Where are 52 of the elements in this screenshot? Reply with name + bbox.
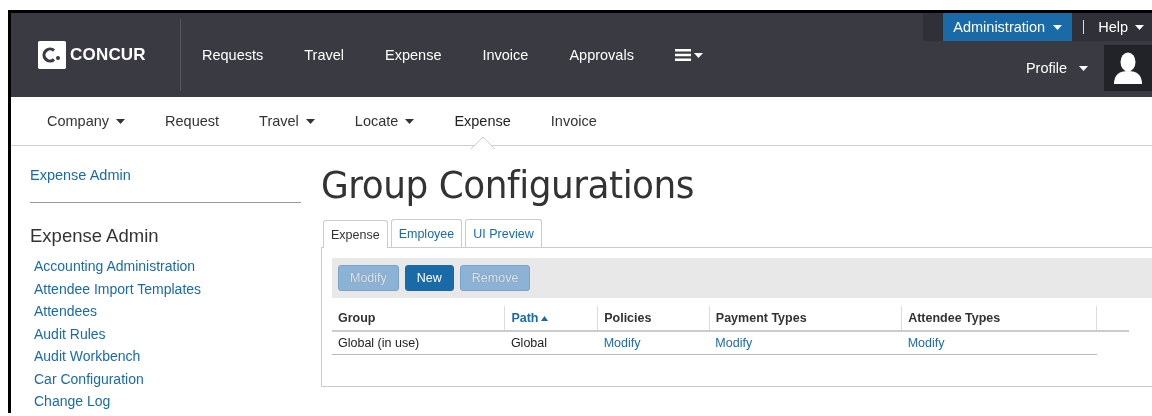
logo-text[interactable]: CONCUR (70, 45, 146, 65)
toolbar-button[interactable]: New (404, 265, 454, 291)
caret-icon (116, 118, 126, 124)
sort-ascending-icon (541, 316, 549, 321)
sidebar-link[interactable]: Car Configuration (34, 367, 301, 390)
table-cell: Global (504, 331, 598, 355)
column-header: Attendee Types (901, 306, 1097, 331)
column-header: Group (332, 306, 505, 331)
column-header: Payment Types (709, 306, 902, 331)
more-menu-button[interactable] (674, 49, 703, 61)
administration-menu[interactable]: Administration (943, 13, 1073, 41)
help-menu[interactable]: Help (1098, 19, 1152, 35)
caret-icon (1053, 24, 1063, 30)
sidebar-link[interactable]: Accounting Administration (34, 255, 301, 278)
user-icon (1113, 52, 1143, 84)
sidebar-link[interactable]: Change Log (34, 390, 301, 413)
caret-icon (693, 52, 703, 58)
modify-link[interactable]: Modify (597, 331, 710, 355)
nav-link[interactable]: Requests (202, 47, 264, 63)
subnav-link[interactable]: Expense (454, 113, 511, 129)
nav-link[interactable]: Invoice (482, 47, 529, 63)
table-cell: Global (in use) (332, 331, 505, 355)
caret-icon (1079, 65, 1088, 71)
sidebar-link[interactable]: Attendees (34, 300, 301, 323)
modify-link[interactable]: Modify (709, 331, 902, 355)
sidebar-link[interactable]: Attendee Import Templates (34, 277, 301, 300)
breadcrumb-link[interactable]: Expense Admin (30, 167, 131, 183)
subnav-link[interactable]: Locate (354, 113, 415, 129)
sidebar-link[interactable]: Audit Workbench (34, 345, 301, 368)
caret-icon (305, 118, 315, 124)
caret-icon (405, 118, 415, 124)
subnav-link[interactable]: Company (47, 113, 126, 129)
tab[interactable]: UI Preview (465, 219, 542, 247)
nav-link[interactable]: Expense (385, 47, 442, 63)
subnav-link[interactable]: Request (165, 113, 220, 129)
sidebar-link[interactable]: Audit Rules (34, 322, 301, 345)
subnav-link[interactable]: Travel (259, 113, 315, 129)
subnav-link[interactable]: Invoice (550, 113, 597, 129)
sidebar-heading: Expense Admin (30, 225, 160, 247)
logo-icon (38, 41, 66, 69)
avatar[interactable] (1104, 45, 1152, 91)
modify-link[interactable]: Modify (901, 331, 1097, 355)
nav-link[interactable]: Approvals (569, 47, 634, 63)
column-header[interactable]: Path (504, 306, 598, 331)
tab[interactable]: Expense (323, 220, 388, 248)
column-header: Policies (597, 306, 710, 331)
page-title: Group Configurations (321, 164, 696, 207)
nav-link[interactable]: Travel (304, 47, 344, 63)
caret-icon (1135, 24, 1144, 30)
profile-menu[interactable]: Profile (1025, 60, 1088, 76)
menu-icon (674, 49, 691, 61)
tab[interactable]: Employee (390, 219, 463, 247)
